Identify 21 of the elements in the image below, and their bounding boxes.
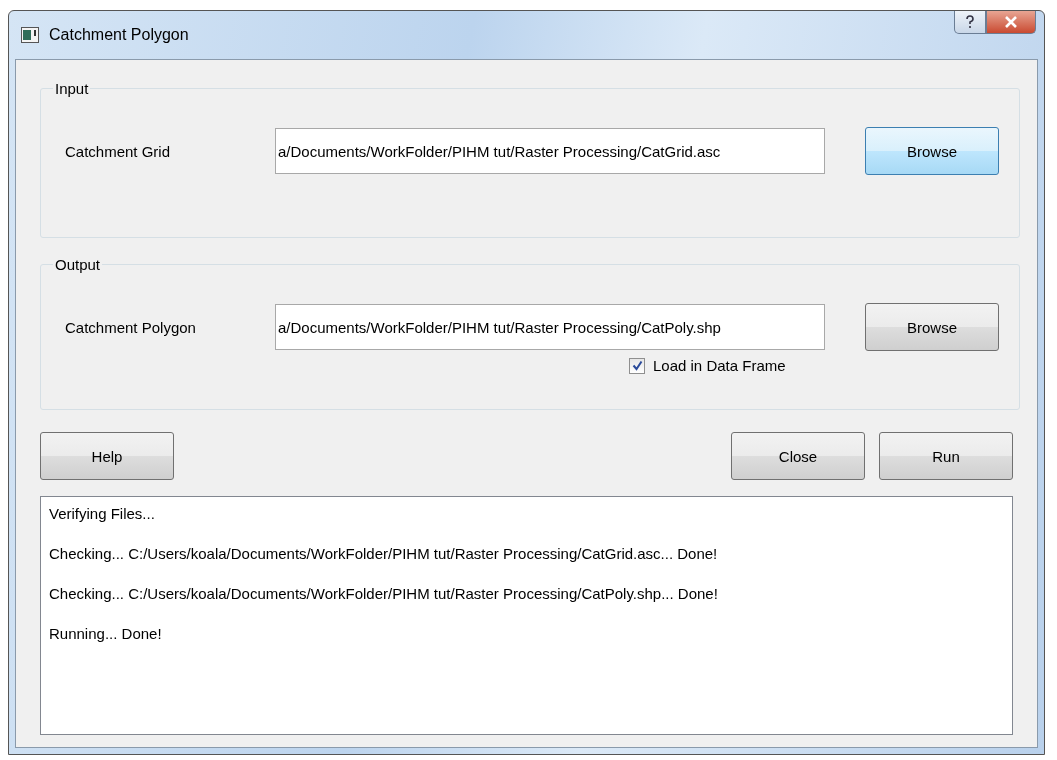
group-title: Output (54, 256, 102, 273)
log-line: Running... Done! (49, 625, 163, 642)
field-label: Catchment Grid (64, 142, 172, 160)
help-button[interactable]: Help (40, 432, 174, 480)
browse-button[interactable]: Browse (865, 303, 999, 351)
close-button[interactable]: Close (731, 432, 865, 480)
field-label: Catchment Polygon (64, 318, 197, 336)
browse-button[interactable]: Browse (865, 127, 999, 175)
checkbox[interactable] (629, 357, 645, 374)
window-title: Catchment Polygon (49, 26, 190, 44)
run-button[interactable]: Run (879, 432, 1013, 480)
log-line: Checking... C:/Users/koala/Documents/WorkFolder/PIHM tut/Raster Processing/CatGrid.asc... Done! (49, 545, 719, 562)
log-line: Checking... C:/Users/koala/Documents/WorkFolder/PIHM tut/Raster Processing/CatPoly.shp... Done! (49, 585, 719, 602)
group-title: Input (54, 80, 90, 97)
log-line: Verifying Files... (49, 505, 156, 522)
checkbox-label: Load in Data Frame (653, 357, 786, 374)
window-icon (21, 27, 39, 43)
close-icon[interactable] (986, 11, 1036, 34)
path-field[interactable]: a/Documents/WorkFolder/PIHM tut/Raster Processing/CatGrid.asc (275, 128, 825, 174)
help-icon[interactable] (954, 11, 986, 34)
path-field[interactable]: a/Documents/WorkFolder/PIHM tut/Raster Processing/CatPoly.shp (275, 304, 825, 350)
